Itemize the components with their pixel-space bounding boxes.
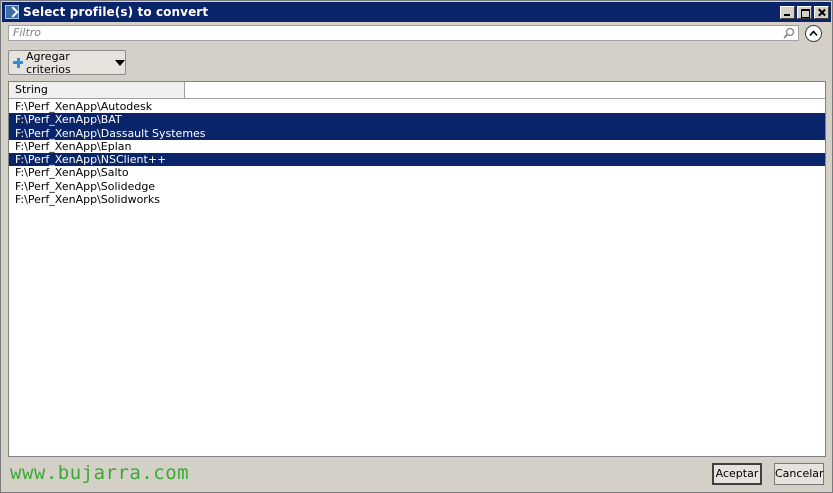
table-row[interactable]: F:\Perf_XenApp\NSClient++ bbox=[9, 153, 825, 167]
dialog-window: Select profile(s) to convert Agregar cri… bbox=[0, 0, 833, 493]
table-row[interactable]: F:\Perf_XenApp\Dassault Systemes bbox=[9, 126, 825, 140]
table-row[interactable]: F:\Perf_XenApp\Eplan bbox=[9, 140, 825, 153]
cancel-button[interactable]: Cancelar bbox=[774, 463, 824, 485]
close-button[interactable] bbox=[814, 5, 829, 19]
chevron-up-icon bbox=[809, 30, 818, 37]
table-row[interactable]: F:\Perf_XenApp\Salto bbox=[9, 166, 825, 179]
table-row[interactable]: F:\Perf_XenApp\Solidedge bbox=[9, 180, 825, 193]
dropdown-arrow-icon bbox=[115, 59, 125, 66]
minimize-button[interactable] bbox=[780, 5, 795, 19]
table-row[interactable]: F:\Perf_XenApp\BAT bbox=[9, 113, 825, 127]
watermark-text: www.bujarra.com bbox=[10, 462, 190, 484]
window-controls bbox=[780, 5, 829, 19]
maximize-button[interactable] bbox=[797, 5, 812, 19]
add-criteria-button[interactable]: Agregar criterios bbox=[8, 49, 126, 76]
search-icon[interactable] bbox=[783, 27, 795, 39]
grid-rows: F:\Perf_XenApp\Autodesk F:\Perf_XenApp\BA… bbox=[9, 99, 825, 206]
grid-header: String bbox=[9, 82, 825, 99]
results-grid: String F:\Perf_XenApp\Autodesk F:\Perf_Xe… bbox=[8, 81, 826, 457]
powershell-icon bbox=[5, 5, 19, 19]
add-criteria-label: Agregar criterios bbox=[26, 49, 71, 76]
table-row[interactable]: F:\Perf_XenApp\Solidworks bbox=[9, 193, 825, 206]
plus-icon bbox=[13, 57, 24, 68]
header-filler bbox=[185, 82, 825, 98]
collapse-button[interactable] bbox=[805, 25, 822, 42]
window-title: Select profile(s) to convert bbox=[23, 5, 209, 19]
table-row[interactable]: F:\Perf_XenApp\Autodesk bbox=[9, 100, 825, 113]
filter-input[interactable] bbox=[9, 26, 777, 39]
accept-button[interactable]: Aceptar bbox=[712, 463, 762, 485]
title-bar[interactable]: Select profile(s) to convert bbox=[2, 2, 831, 22]
column-header-string[interactable]: String bbox=[9, 82, 185, 98]
filter-box bbox=[8, 25, 799, 41]
